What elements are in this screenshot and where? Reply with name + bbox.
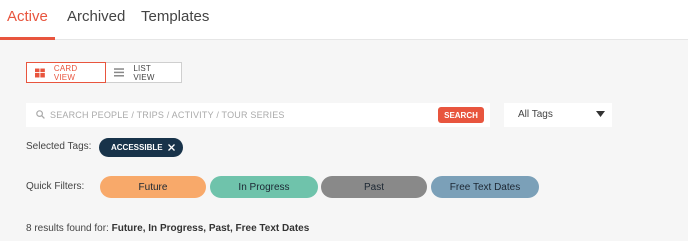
list-view-label: LIST VIEW	[133, 63, 155, 82]
filter-future[interactable]: Future	[100, 176, 206, 198]
active-tab-indicator	[0, 37, 55, 40]
results-count-text: 8 results found for:	[26, 223, 109, 234]
filter-free-text-dates[interactable]: Free Text Dates	[431, 176, 539, 198]
caret-down-icon	[596, 111, 605, 117]
tag-chip-label: ACCESSIBLE	[111, 143, 163, 152]
list-icon	[114, 68, 125, 77]
search-button[interactable]: SEARCH	[438, 107, 484, 123]
card-view-label: CARD VIEW	[53, 63, 78, 82]
search-icon	[36, 110, 45, 119]
view-toggle: CARD VIEW LIST VIEW	[26, 62, 182, 83]
search-bar: SEARCH	[26, 103, 490, 127]
search-input[interactable]	[50, 106, 450, 124]
tag-chip-accessible[interactable]: ACCESSIBLE	[99, 138, 183, 157]
close-icon[interactable]	[167, 144, 175, 151]
tag-filter-value: All Tags	[518, 109, 553, 120]
tab-active[interactable]: Active	[7, 8, 48, 25]
selected-tags-label: Selected Tags:	[26, 141, 92, 152]
filter-in-progress[interactable]: In Progress	[210, 176, 318, 198]
filter-past[interactable]: Past	[321, 176, 427, 198]
grid-icon	[35, 68, 45, 77]
top-tab-bar: Active Archived Templates	[0, 0, 688, 40]
card-view-button[interactable]: CARD VIEW	[26, 62, 106, 83]
results-summary: 8 results found for: Future, In Progress…	[26, 223, 309, 234]
quick-filters-label: Quick Filters:	[26, 181, 85, 192]
tag-filter-select[interactable]: All Tags	[504, 103, 612, 127]
tab-templates[interactable]: Templates	[141, 8, 209, 25]
tab-archived[interactable]: Archived	[67, 8, 125, 25]
results-filters-text: Future, In Progress, Past, Free Text Dat…	[111, 223, 310, 234]
list-view-button[interactable]: LIST VIEW	[106, 62, 182, 83]
